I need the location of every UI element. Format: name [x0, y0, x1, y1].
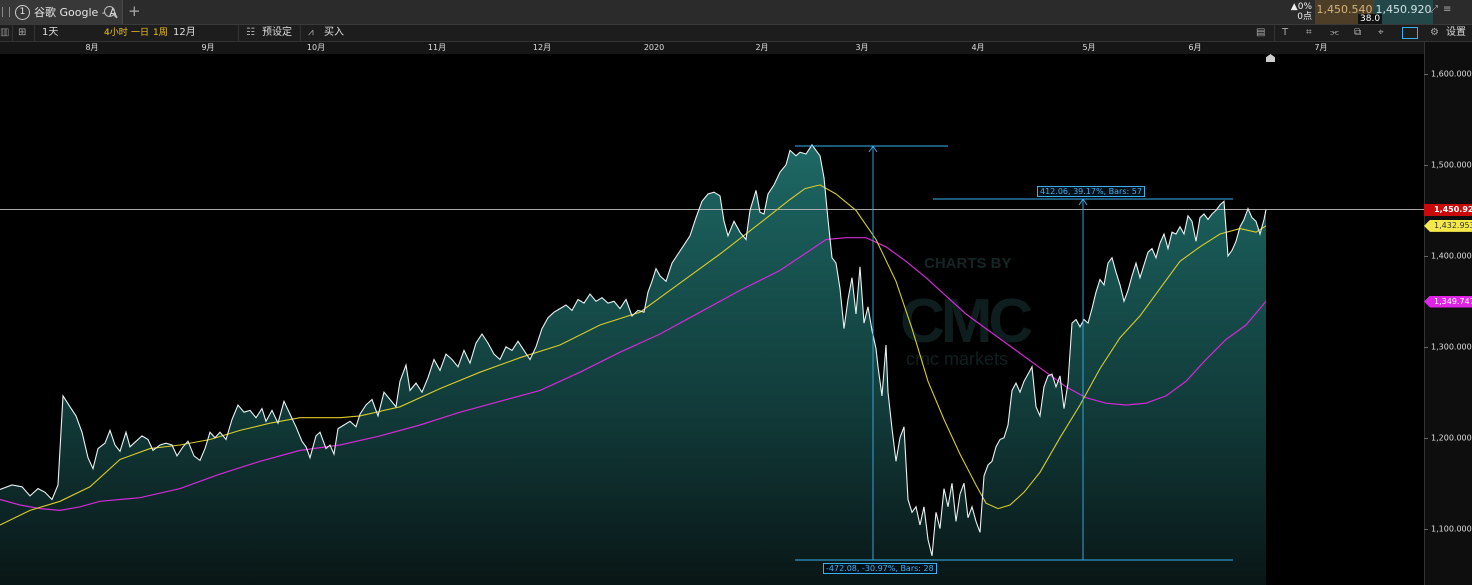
change-pts: 0点	[1297, 12, 1312, 22]
window-controls[interactable]: ⤢≡	[1430, 4, 1456, 15]
price-tick: 1,600.000	[1431, 69, 1472, 79]
price-tick: 1,100.000	[1431, 524, 1472, 534]
gear-icon[interactable]: ⚙	[1430, 25, 1439, 41]
windows-icon[interactable]: ⧉	[1354, 25, 1361, 41]
time-tick: 10月	[306, 43, 326, 52]
grip-icon[interactable]	[2, 7, 10, 17]
watermark-line2: CMC	[900, 287, 1032, 356]
presets-button[interactable]: 预设定	[262, 25, 292, 41]
price-tick-mark	[1424, 437, 1428, 439]
ma-fast-badge: 1,432.953	[1424, 219, 1472, 232]
time-tick: 2月	[755, 43, 769, 52]
measure-down-label[interactable]: -472.08, -30.97%, Bars: 28	[823, 563, 937, 574]
timeframe-select[interactable]: 1天	[42, 25, 58, 41]
chart-toolbar: ▥ ⊞ 1天 4小时 一日 1周 12月 ☷ 预设定 ⩘ 买入 ▤ T ⌗ ⫘ …	[0, 25, 1472, 42]
price-tick-mark	[1424, 74, 1428, 75]
buy-price-button[interactable]: 1,450.920	[1374, 0, 1433, 24]
change-pct: ▲0%	[1290, 2, 1312, 12]
time-tick: 6月	[1188, 43, 1202, 52]
bookmark-icon[interactable]: ▤	[1256, 25, 1265, 41]
trade-icon[interactable]: ⩘	[308, 25, 314, 41]
add-tab-icon[interactable]: +	[128, 2, 141, 20]
timeframe-1w[interactable]: 1周	[153, 25, 168, 41]
presets-icon[interactable]: ☷	[246, 25, 255, 41]
price-tick: 1,200.000	[1431, 433, 1472, 443]
price-tick: 1,400.000	[1431, 251, 1472, 261]
panel-icon[interactable]: ▥	[0, 25, 9, 41]
timeframe-4h[interactable]: 4小时	[104, 25, 128, 41]
time-tick: 11月	[427, 43, 447, 52]
price-axis	[1424, 42, 1472, 585]
time-tick: 2020	[643, 43, 665, 52]
last-price-badge: 1,450.920	[1424, 203, 1472, 216]
time-tick: 12月	[532, 43, 552, 52]
measure-up-label[interactable]: 412.06, 39.17%, Bars: 57	[1037, 186, 1145, 197]
timeframe-1d[interactable]: 一日	[131, 25, 149, 41]
watermark-line1: CHARTS BY	[924, 255, 1012, 272]
price-tick: 1,300.000	[1431, 342, 1472, 352]
time-tick: 9月	[201, 43, 215, 52]
range-select[interactable]: 12月	[173, 25, 196, 41]
ma-slow-badge: 1,349.747	[1424, 295, 1472, 308]
layout-icon[interactable]: ⊞	[18, 25, 26, 41]
search-icon[interactable]	[104, 6, 115, 17]
time-tick: 8月	[85, 43, 99, 52]
price-tick-mark	[1424, 164, 1428, 166]
tab-number: 1	[15, 4, 30, 20]
price-tick-mark	[1424, 255, 1428, 257]
tab-bar: 1 谷歌 Google - A + ▲0% 0点 1,450.540 1,450…	[0, 0, 1472, 25]
price-tick-mark	[1424, 346, 1428, 348]
time-tick: 3月	[855, 43, 869, 52]
grid-icon[interactable]: ⌗	[1306, 25, 1312, 41]
indicators-icon[interactable]: ⫘	[1330, 25, 1339, 41]
buy-button[interactable]: 买入	[324, 25, 344, 41]
price-tick-mark	[1424, 528, 1428, 530]
price-chart[interactable]: CHARTS BY CMC cmc markets	[0, 54, 1424, 585]
price-area	[0, 144, 1266, 585]
font-icon[interactable]: T	[1282, 25, 1288, 41]
spread-value: 38.0	[1358, 14, 1383, 24]
change-indicator: ▲0% 0点	[1284, 0, 1312, 24]
price-tick: 1,500.000	[1431, 160, 1472, 170]
crosshair-icon[interactable]: ⌖	[1378, 25, 1384, 41]
time-tick: 5月	[1082, 43, 1096, 52]
tab-google[interactable]: 1 谷歌 Google - A	[0, 0, 123, 24]
time-axis: 8月 9月 10月 11月 12月 2020 2月 3月 4月 5月 6月 7月	[0, 42, 1424, 54]
time-tick: 7月	[1314, 43, 1328, 52]
tag-icon[interactable]	[1402, 27, 1418, 39]
settings-button[interactable]: 设置	[1446, 25, 1466, 41]
time-tick: 4月	[971, 43, 985, 52]
